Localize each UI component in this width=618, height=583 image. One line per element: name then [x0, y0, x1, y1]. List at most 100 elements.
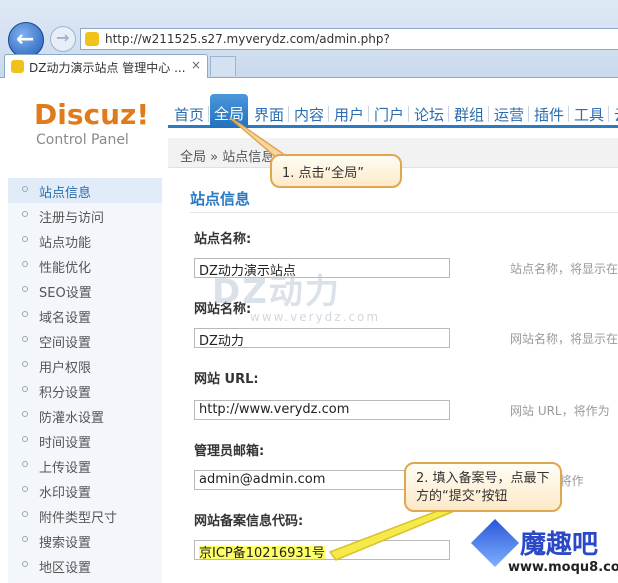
sidebar-item-permissions[interactable]: 用户权限	[8, 353, 162, 378]
nav-forum[interactable]: 论坛	[414, 104, 444, 125]
corner-logo-url: www.moqu8.com	[508, 560, 618, 575]
icp-input[interactable]: 京ICP备10216931号	[194, 540, 450, 560]
website-name-hint: 网站名称，将显示在	[510, 332, 618, 346]
sidebar-item-label: 防灌水设置	[39, 411, 105, 426]
bullet-icon	[22, 186, 28, 192]
sidebar-item-label: 性能优化	[39, 261, 92, 276]
address-bar[interactable]: http://w211525.s27.myverydz.com/admin.ph…	[80, 28, 618, 50]
callout-step1: 1. 点击“全局”	[270, 154, 402, 188]
bullet-icon	[22, 336, 28, 342]
sidebar-item-label: 用户权限	[39, 361, 92, 376]
sidebar-item-label: 站点信息	[39, 186, 92, 201]
site-name-hint: 站点名称，将显示在	[510, 262, 618, 276]
section-title: 站点信息	[190, 190, 251, 208]
sidebar-item-label: SEO设置	[39, 286, 92, 301]
sidebar-item-credits[interactable]: 积分设置	[8, 378, 162, 403]
address-url: http://w211525.s27.myverydz.com/admin.ph…	[105, 32, 390, 46]
browser-chrome: ← → http://w211525.s27.myverydz.com/admi…	[0, 0, 618, 78]
bullet-icon	[22, 486, 28, 492]
admin-email-label: 管理员邮箱:	[194, 444, 265, 459]
bullet-icon	[22, 286, 28, 292]
website-url-hint: 网站 URL，将作为	[510, 404, 610, 418]
sidebar-item-space[interactable]: 空间设置	[8, 328, 162, 353]
sidebar-item-label: 水印设置	[39, 486, 92, 501]
sidebar-item-search[interactable]: 搜索设置	[8, 528, 162, 553]
section-divider	[190, 212, 618, 213]
sidebar-item-upload[interactable]: 上传设置	[8, 453, 162, 478]
nav-separator	[368, 106, 369, 122]
nav-home[interactable]: 首页	[174, 104, 204, 125]
sidebar-item-seo[interactable]: SEO设置	[8, 278, 162, 303]
nav-separator	[448, 106, 449, 122]
nav-global[interactable]: 全局	[210, 94, 248, 128]
bullet-icon	[22, 561, 28, 567]
new-tab-button[interactable]	[210, 56, 236, 76]
sidebar-item-label: 地区设置	[39, 561, 92, 576]
back-button[interactable]: ←	[8, 22, 44, 58]
sidebar-item-domain[interactable]: 域名设置	[8, 303, 162, 328]
nav-plugins[interactable]: 插件	[534, 104, 564, 125]
nav-cloud[interactable]: 云	[614, 104, 618, 125]
nav-separator	[608, 106, 609, 122]
sidebar-item-label: 附件类型尺寸	[39, 511, 118, 526]
sidebar-item-region[interactable]: 地区设置	[8, 553, 162, 578]
tab-close-icon[interactable]: ×	[191, 58, 201, 72]
sidebar-item-time[interactable]: 时间设置	[8, 428, 162, 453]
nav-operations[interactable]: 运营	[494, 104, 524, 125]
nav-tools[interactable]: 工具	[574, 104, 604, 125]
nav-separator	[408, 106, 409, 122]
site-name-label: 站点名称:	[194, 232, 252, 247]
nav-separator	[208, 106, 209, 122]
website-name-input[interactable]: DZ动力	[194, 328, 450, 348]
bullet-icon	[22, 236, 28, 242]
sidebar-item-label: 注册与访问	[39, 211, 105, 226]
nav-portal[interactable]: 门户	[374, 104, 404, 125]
sidebar-item-label: 域名设置	[39, 311, 92, 326]
bullet-icon	[22, 211, 28, 217]
nav-users[interactable]: 用户	[334, 104, 364, 125]
sidebar-item-watermark[interactable]: 水印设置	[8, 478, 162, 503]
icp-label: 网站备案信息代码:	[194, 514, 304, 529]
tab-title: DZ动力演示站点 管理中心 ...	[29, 61, 186, 75]
icp-value: 京ICP备10216931号	[199, 546, 325, 560]
sidebar-item-label: 积分设置	[39, 386, 92, 401]
sidebar-item-antispam[interactable]: 防灌水设置	[8, 403, 162, 428]
back-arrow-icon: ←	[16, 27, 35, 52]
watermark-url: www.verydz.com	[250, 310, 381, 324]
sidebar-item-attachment-types[interactable]: 附件类型尺寸	[8, 503, 162, 528]
discuz-logo: Discuz!	[34, 98, 150, 131]
sidebar-item-site-info[interactable]: 站点信息	[8, 178, 162, 203]
nav-groups[interactable]: 群组	[454, 104, 484, 125]
sidebar-item-register[interactable]: 注册与访问	[8, 203, 162, 228]
nav-content[interactable]: 内容	[294, 104, 324, 125]
bullet-icon	[22, 536, 28, 542]
sidebar-item-performance[interactable]: 性能优化	[8, 253, 162, 278]
sidebar-item-features[interactable]: 站点功能	[8, 228, 162, 253]
bullet-icon	[22, 311, 28, 317]
favicon-icon	[85, 32, 99, 46]
bullet-icon	[22, 461, 28, 467]
nav-separator	[568, 106, 569, 122]
sidebar-item-label: 空间设置	[39, 336, 92, 351]
logo-subtitle: Control Panel	[36, 132, 129, 148]
corner-logo-text: 魔趣吧	[520, 530, 599, 560]
bullet-icon	[22, 411, 28, 417]
corner-logo: 魔趣吧 www.moqu8.com	[468, 518, 618, 583]
website-url-input[interactable]: http://www.verydz.com	[194, 400, 450, 420]
nav-separator	[528, 106, 529, 122]
browser-tab[interactable]: DZ动力演示站点 管理中心 ... ×	[4, 54, 208, 78]
website-url-label: 网站 URL:	[194, 372, 259, 387]
tab-favicon-icon	[11, 60, 24, 73]
nav-separator	[488, 106, 489, 122]
nav-interface[interactable]: 界面	[254, 104, 284, 125]
bullet-icon	[22, 436, 28, 442]
forward-button[interactable]: →	[50, 26, 76, 52]
sidebar-item-label: 上传设置	[39, 461, 92, 476]
breadcrumb-text: 全局 » 站点信息	[180, 150, 275, 165]
sidebar-item-label: 时间设置	[39, 436, 92, 451]
bullet-icon	[22, 261, 28, 267]
top-nav: 首页 全局 界面 内容 用户 门户 论坛 群组 运营 插件 工具 云	[168, 94, 618, 128]
sidebar-item-label: 站点功能	[39, 236, 92, 251]
bullet-icon	[22, 511, 28, 517]
watermark-text: DZ动力	[212, 272, 341, 312]
